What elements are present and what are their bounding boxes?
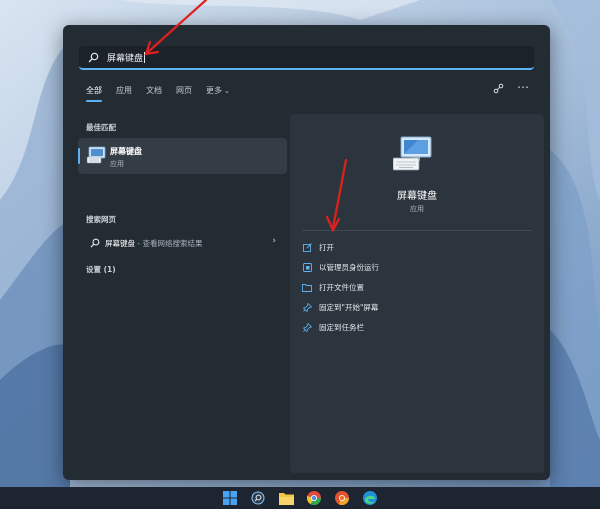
web-result-text: 屏幕键盘 - 查看网络搜索结果: [105, 238, 202, 249]
tab-all[interactable]: 全部: [86, 85, 102, 102]
best-match-heading: 最佳匹配: [86, 123, 116, 132]
pin-to-start-button[interactable]: 固定到"开始"屏幕: [302, 299, 378, 315]
on-screen-keyboard-icon: [393, 136, 432, 171]
tab-more[interactable]: 更多 ⌄: [206, 85, 230, 99]
browser-icon[interactable]: [334, 490, 350, 506]
search-query-text: 屏幕键盘: [107, 53, 144, 64]
chrome-icon[interactable]: [306, 490, 322, 506]
app-subtitle: 应用: [410, 205, 424, 213]
web-result-suffix: - 查看网络搜索结果: [135, 239, 203, 248]
pin-icon: [302, 302, 312, 312]
best-match-title: 屏幕键盘: [110, 147, 142, 156]
on-screen-keyboard-icon: [87, 146, 106, 164]
tab-more-label: 更多: [206, 86, 222, 95]
more-options-icon[interactable]: ⋯: [517, 80, 529, 94]
edge-icon[interactable]: [362, 490, 378, 506]
share-icon[interactable]: [493, 83, 504, 97]
results-list: 最佳匹配 屏幕键盘 应用 搜索网页 屏幕键盘 - 查看网络搜索结果 › 设置 (…: [74, 114, 287, 480]
open-button[interactable]: 打开: [302, 239, 334, 255]
shield-icon: [302, 262, 312, 272]
app-title: 屏幕键盘: [397, 191, 437, 202]
tab-documents[interactable]: 文档: [146, 85, 162, 99]
filter-tabs: 全部 应用 文档 网页 更多 ⌄: [86, 85, 244, 102]
run-as-admin-label: 以管理员身份运行: [319, 262, 379, 272]
open-icon: [302, 242, 312, 252]
search-panel: 屏幕键盘 全部 应用 文档 网页 更多 ⌄ ⋯ 最佳匹配 屏幕键盘 应用 搜索网页: [63, 25, 550, 480]
settings-heading[interactable]: 设置 (1): [86, 264, 116, 275]
selection-indicator: [78, 148, 80, 164]
search-icon: [90, 238, 100, 248]
pin-to-start-label: 固定到"开始"屏幕: [319, 302, 379, 312]
run-as-admin-button[interactable]: 以管理员身份运行: [302, 259, 379, 275]
taskbar: [0, 487, 600, 509]
web-search-result[interactable]: 屏幕键盘 - 查看网络搜索结果 ›: [78, 233, 287, 253]
file-explorer-icon[interactable]: [278, 490, 294, 506]
search-icon: [88, 51, 100, 63]
open-file-location-label: 打开文件位置: [319, 282, 364, 292]
folder-icon: [302, 282, 312, 292]
pin-icon: [302, 322, 312, 332]
pin-to-taskbar-button[interactable]: 固定到任务栏: [302, 319, 364, 335]
pin-to-taskbar-label: 固定到任务栏: [319, 322, 364, 332]
open-file-location-button[interactable]: 打开文件位置: [302, 279, 364, 295]
detail-pane: 屏幕键盘 应用 打开 以管理员身份运行 打开文件位置 固定到"开始"屏幕 固定到…: [290, 114, 544, 473]
web-result-query: 屏幕键盘: [105, 239, 135, 248]
chevron-down-icon: ⌄: [224, 87, 230, 95]
open-label: 打开: [319, 242, 334, 252]
search-icon[interactable]: [250, 490, 266, 506]
text-caret: [144, 51, 146, 63]
search-input[interactable]: 屏幕键盘: [79, 46, 534, 70]
best-match-subtitle: 应用: [110, 160, 124, 168]
tab-web[interactable]: 网页: [176, 85, 192, 99]
chevron-right-icon: ›: [272, 236, 276, 246]
windows-start-icon[interactable]: [222, 490, 238, 506]
best-match-item[interactable]: 屏幕键盘 应用: [78, 138, 287, 174]
web-search-heading: 搜索网页: [86, 215, 116, 224]
divider: [302, 230, 532, 231]
tab-apps[interactable]: 应用: [116, 85, 132, 99]
